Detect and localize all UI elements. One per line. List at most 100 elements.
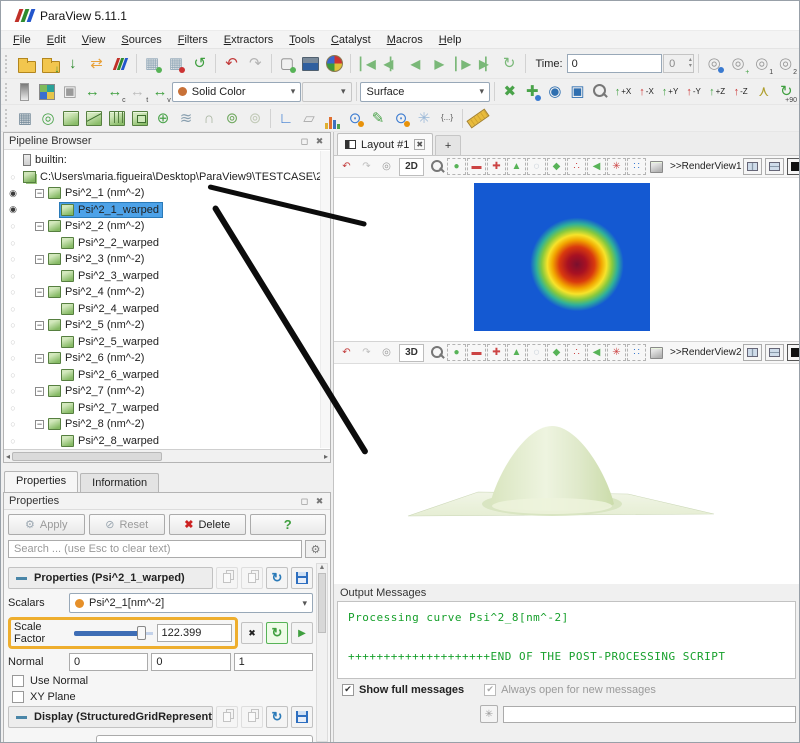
visibility-eye-icon[interactable]: ○: [4, 370, 22, 380]
xy-plane-checkbox[interactable]: [12, 691, 24, 703]
redo-icon[interactable]: ↷: [244, 53, 267, 75]
pipeline-hscrollbar[interactable]: ◂ ▸: [4, 449, 330, 462]
menu-edit[interactable]: Edit: [39, 33, 74, 47]
set-view-plus-z-icon[interactable]: ↑+Z: [706, 82, 729, 102]
interactive-select-points-data-icon[interactable]: ✳: [607, 158, 626, 175]
tree-expander-icon[interactable]: −: [35, 321, 44, 330]
edit-color-map-icon[interactable]: [36, 81, 58, 103]
reset-button[interactable]: ⊘Reset: [89, 514, 166, 535]
extract-selection-icon[interactable]: ▱: [298, 107, 320, 129]
select-points-on-icon[interactable]: ▬: [467, 344, 486, 361]
properties-scrollbar[interactable]: ▲: [316, 563, 328, 742]
copy-display-button[interactable]: [216, 706, 238, 728]
select-cells-polygon-icon[interactable]: ◆: [547, 344, 566, 361]
play-icon[interactable]: ▶: [426, 53, 449, 75]
visibility-eye-icon[interactable]: ○: [4, 254, 22, 264]
isometric-view-icon[interactable]: ⋏: [753, 81, 775, 103]
rescale-visible-range-icon[interactable]: ↔v: [149, 81, 171, 103]
pipeline-item[interactable]: ○Psi^2_6_warped: [4, 367, 330, 384]
visibility-eye-icon[interactable]: ○: [4, 436, 22, 446]
select-cells-on-icon[interactable]: ●: [447, 344, 466, 361]
renderview2-viewport[interactable]: [334, 364, 799, 584]
tab-information[interactable]: Information: [80, 473, 159, 492]
capture-screenshot-icon[interactable]: ◎: [377, 344, 396, 361]
zoom-to-box-icon[interactable]: [589, 81, 611, 103]
select-cells-polygon-icon[interactable]: ◆: [547, 158, 566, 175]
copy-properties-button[interactable]: [216, 567, 238, 589]
maximize-button[interactable]: [787, 344, 800, 361]
rescale-custom-range-icon[interactable]: ↔c: [104, 81, 126, 103]
abort-progress-button[interactable]: ✳: [480, 705, 498, 723]
open-file-icon[interactable]: [14, 53, 37, 75]
pipeline-item[interactable]: ◉Psi^2_1_warped: [4, 202, 330, 219]
threshold-icon[interactable]: [106, 107, 128, 129]
scroll-left-icon[interactable]: ◂: [6, 452, 10, 461]
scrollbar-thumb[interactable]: [12, 452, 162, 461]
select-cells-on-icon[interactable]: ●: [447, 158, 466, 175]
loop-icon[interactable]: ↻: [498, 53, 521, 75]
visibility-eye-icon[interactable]: ○: [4, 172, 22, 182]
select-points-through-icon[interactable]: ▲: [507, 344, 526, 361]
split-horizontal-button[interactable]: [743, 158, 762, 175]
hover-points-icon[interactable]: ∷: [627, 158, 646, 175]
color-palette-icon[interactable]: [323, 53, 346, 75]
histogram-icon[interactable]: [321, 107, 343, 129]
select-block-icon[interactable]: [647, 158, 666, 175]
properties-section-header[interactable]: Properties (Psi^2_1_warped): [8, 567, 213, 589]
pipeline-item[interactable]: ○−Psi^2_8 (nm^-2): [4, 416, 330, 433]
new-layout-tab[interactable]: +: [435, 135, 461, 155]
reload-properties-button[interactable]: ↻: [266, 567, 288, 589]
extract-block-icon[interactable]: ⊚: [244, 107, 266, 129]
maximize-button[interactable]: [787, 158, 800, 175]
select-points-polygon-icon[interactable]: ∴: [567, 158, 586, 175]
python-calculator-icon[interactable]: ✎: [367, 107, 389, 129]
reset-session-icon[interactable]: ↺: [188, 53, 211, 75]
rescale-data-range-icon[interactable]: ↔: [82, 81, 104, 103]
previous-frame-icon[interactable]: ◀▏: [379, 53, 402, 75]
set-view-minus-z-icon[interactable]: ↑-Z: [729, 82, 752, 102]
normal-y-input[interactable]: 0: [151, 653, 230, 671]
component-combo[interactable]: ▾: [302, 82, 351, 102]
normal-x-input[interactable]: 0: [69, 653, 148, 671]
rescale-temporal-range-icon[interactable]: ↔t: [127, 81, 149, 103]
frame-spinner[interactable]: 0▴▾: [663, 54, 694, 73]
tree-expander-icon[interactable]: −: [35, 288, 44, 297]
tab-properties[interactable]: Properties: [4, 471, 78, 492]
float-panel-icon[interactable]: ◻: [299, 136, 310, 147]
menu-extractors[interactable]: Extractors: [216, 33, 282, 47]
save-camera-icon[interactable]: ◎+: [727, 53, 750, 75]
set-view-plus-y-icon[interactable]: ↑+Y: [659, 82, 682, 102]
contour-icon[interactable]: ◎: [37, 107, 59, 129]
menu-catalyst[interactable]: Catalyst: [323, 33, 379, 47]
view-mode-toggle-rv1[interactable]: 2D: [399, 158, 424, 176]
pipeline-item[interactable]: builtin:: [4, 152, 330, 169]
always-open-option[interactable]: ✔Always open for new messages: [484, 684, 656, 696]
visibility-eye-icon[interactable]: ○: [4, 419, 22, 429]
pipeline-item[interactable]: ○Psi^2_4_warped: [4, 301, 330, 318]
set-view-minus-x-icon[interactable]: ↑-X: [635, 82, 658, 102]
last-frame-icon[interactable]: ▶▏: [474, 53, 497, 75]
tree-expander-icon[interactable]: −: [35, 387, 44, 396]
time-input[interactable]: 0: [567, 54, 663, 73]
save-extracts-icon[interactable]: ⇄: [85, 53, 108, 75]
ruler-icon[interactable]: [467, 107, 489, 129]
scrollbar-thumb[interactable]: [318, 573, 326, 633]
view-link-label-rv2[interactable]: >>RenderView2: [670, 347, 742, 358]
menu-sources[interactable]: Sources: [113, 33, 169, 47]
renderview1-viewport[interactable]: [334, 178, 799, 342]
menu-file[interactable]: File: [5, 33, 39, 47]
search-input[interactable]: Search ... (use Esc to clear text): [8, 540, 302, 558]
pipeline-item[interactable]: ○−Psi^2_7 (nm^-2): [4, 383, 330, 400]
extract-subset-icon[interactable]: [129, 107, 151, 129]
pipeline-item[interactable]: ○−Psi^2_5 (nm^-2): [4, 317, 330, 334]
set-view-plus-x-icon[interactable]: ↑+X: [612, 82, 635, 102]
run-script-button[interactable]: ▶: [291, 622, 313, 644]
select-block-icon[interactable]: [647, 344, 666, 361]
visibility-eye-icon[interactable]: ○: [4, 287, 22, 297]
normal-z-input[interactable]: 1: [234, 653, 313, 671]
zoom-to-box-icon[interactable]: [427, 158, 446, 175]
undo-icon[interactable]: ↶: [220, 53, 243, 75]
next-frame-icon[interactable]: ▏▶: [450, 53, 473, 75]
apply-button[interactable]: ⚙Apply: [8, 514, 85, 535]
clip-icon[interactable]: [60, 107, 82, 129]
